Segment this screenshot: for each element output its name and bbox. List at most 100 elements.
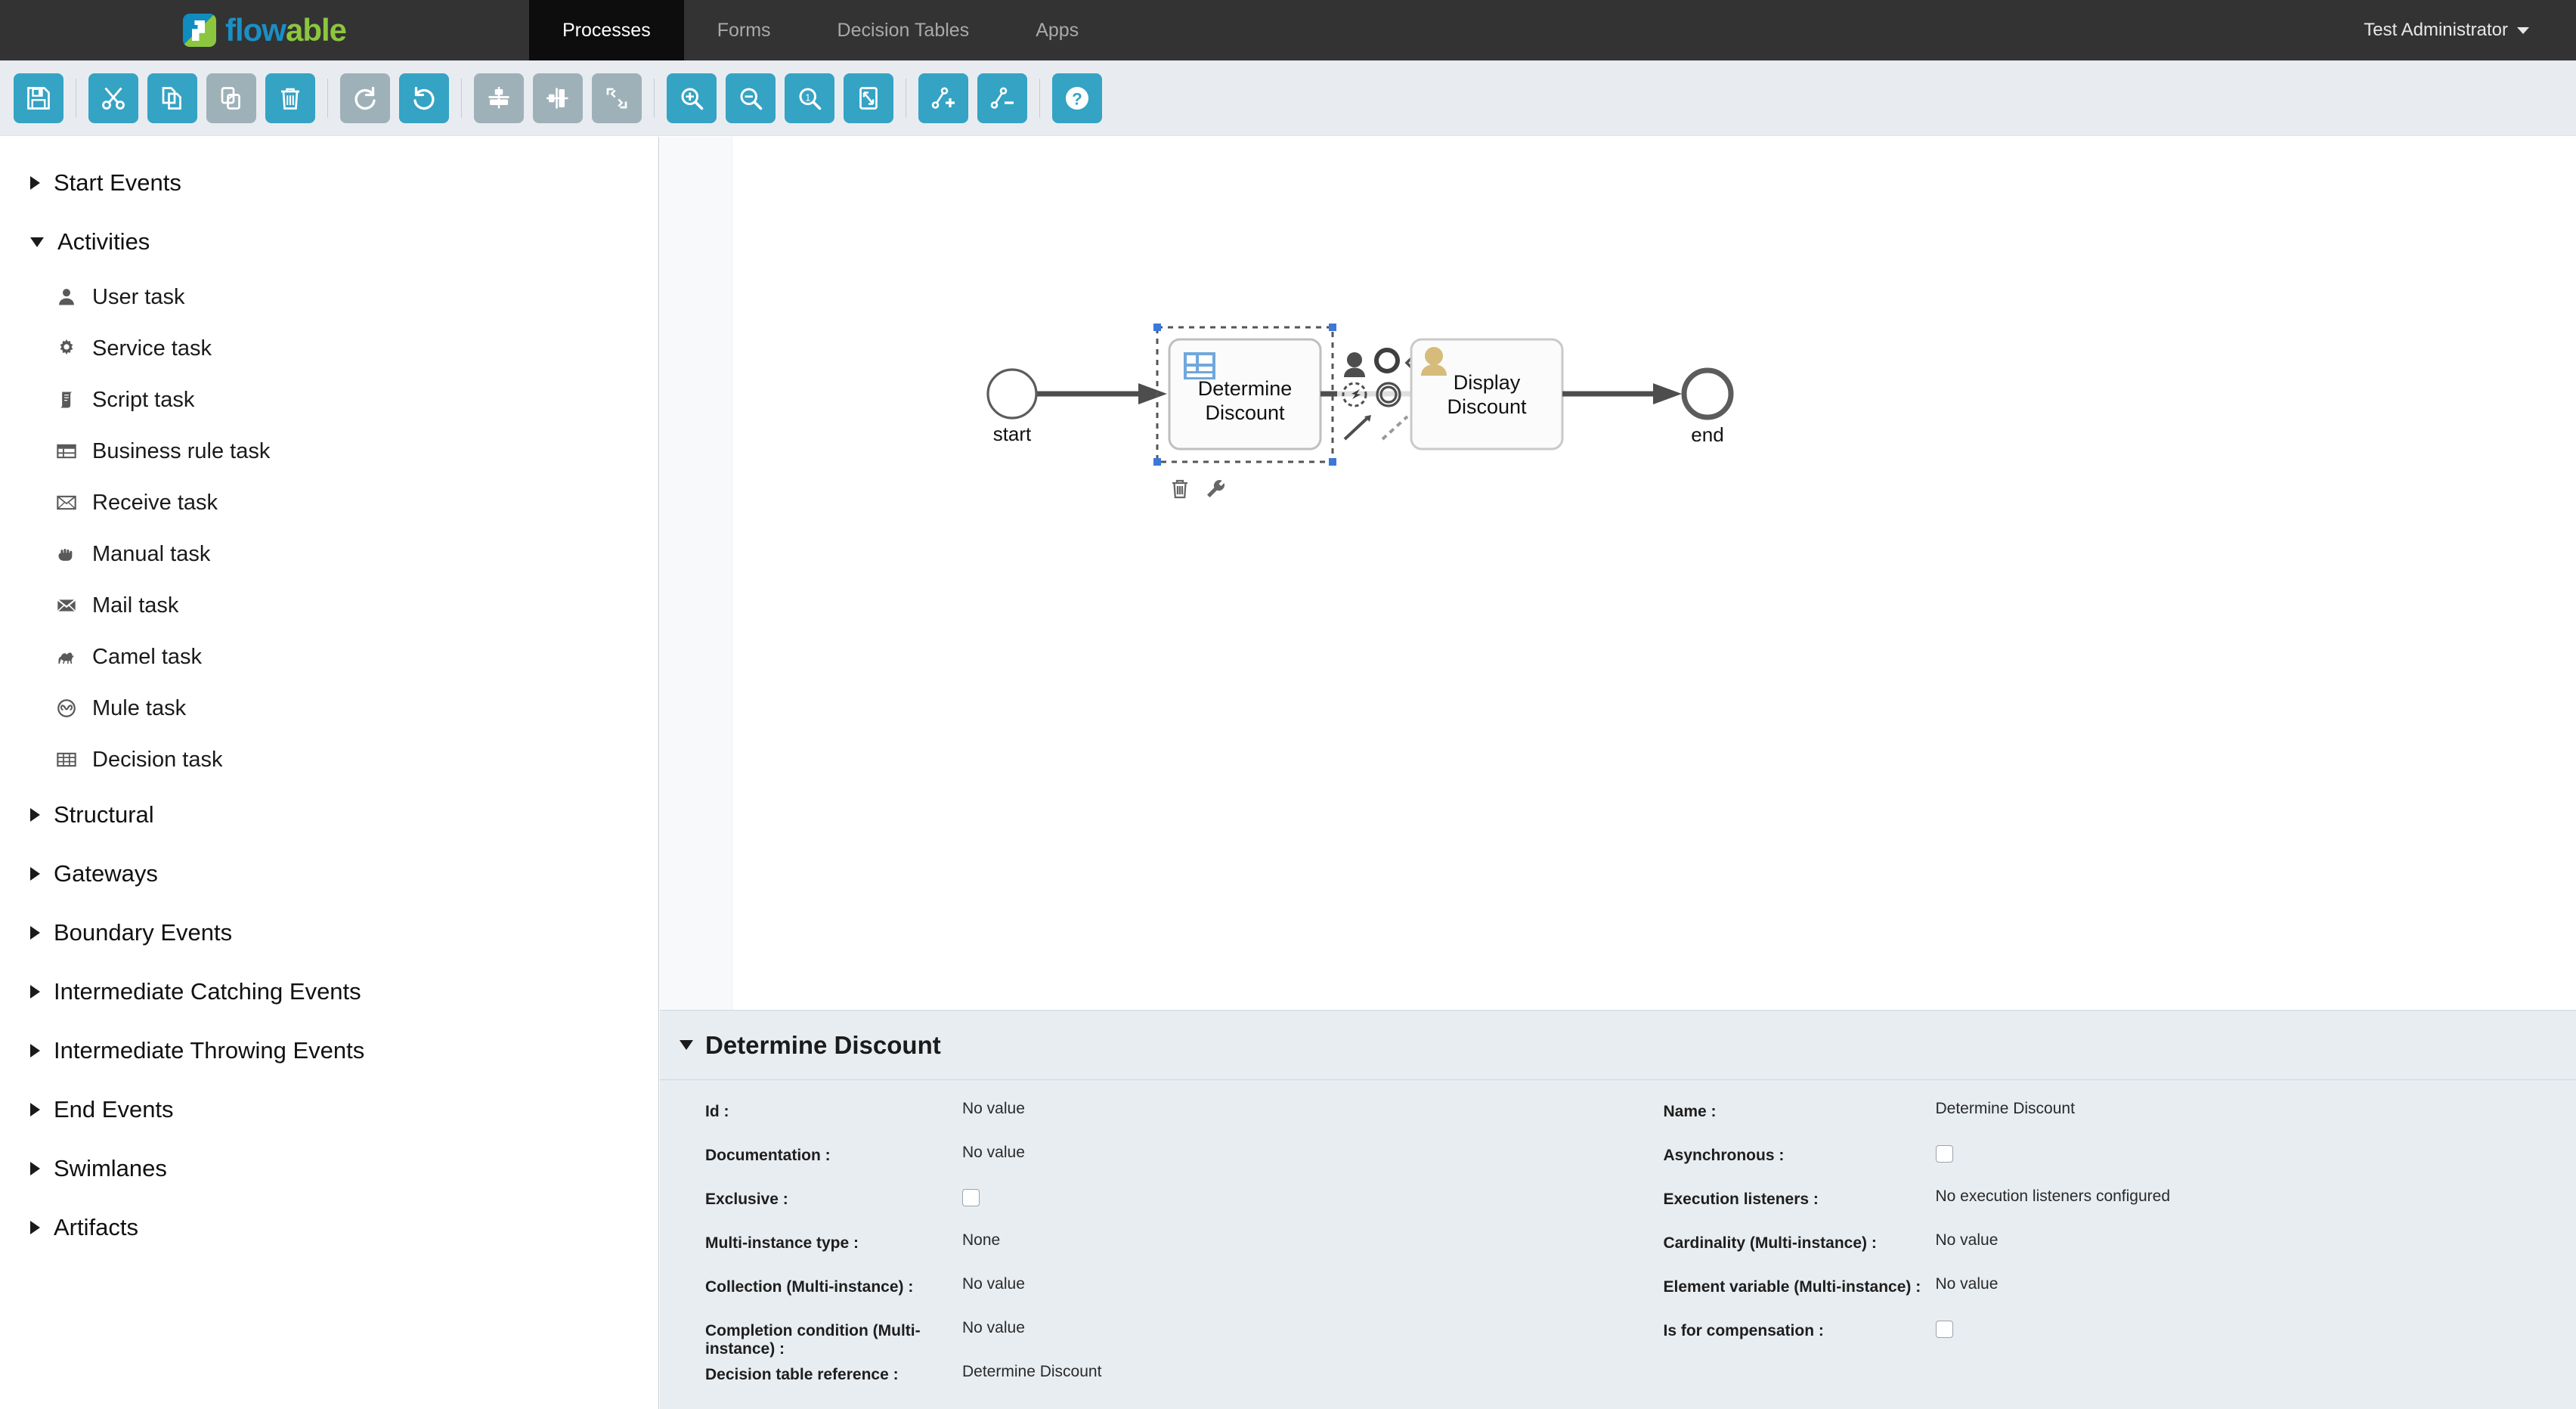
palette-group-intermediate-catching-events[interactable]: Intermediate Catching Events xyxy=(0,962,658,1021)
property-value[interactable]: No value xyxy=(1936,1268,1999,1293)
resize-handle-nw[interactable] xyxy=(1153,324,1161,331)
bpmn-canvas[interactable]: Determine Discount Display Discount star… xyxy=(660,137,2576,1010)
property-value[interactable]: No value xyxy=(962,1136,1025,1162)
same-size-button[interactable] xyxy=(592,73,642,123)
canvas-gutter xyxy=(660,137,732,1010)
palette-item-mule-task[interactable]: Mule task xyxy=(0,683,658,734)
resize-handle-ne[interactable] xyxy=(1329,324,1336,331)
palette-group-structural[interactable]: Structural xyxy=(0,785,658,844)
palette-group-label: Intermediate Throwing Events xyxy=(54,1037,365,1064)
gear-icon xyxy=(54,336,79,361)
sequence-flow-display-to-end[interactable] xyxy=(1562,383,1682,404)
palette-item-label: User task xyxy=(92,284,185,309)
undo-button[interactable] xyxy=(399,73,449,123)
zoom-actual-button[interactable]: 1 xyxy=(785,73,834,123)
align-vertical-icon xyxy=(488,86,509,108)
align-vertical-button[interactable] xyxy=(474,73,524,123)
palette-group-start-events[interactable]: Start Events xyxy=(0,153,658,212)
property-value[interactable]: No value xyxy=(962,1092,1025,1118)
same-size-icon xyxy=(606,88,627,108)
palette-item-service-task[interactable]: Service task xyxy=(0,323,658,374)
property-value[interactable]: Determine Discount xyxy=(1936,1092,2075,1118)
palette-group-intermediate-throwing-events[interactable]: Intermediate Throwing Events xyxy=(0,1021,658,1080)
palette-item-camel-task[interactable]: Camel task xyxy=(0,631,658,683)
morph-element-icon[interactable] xyxy=(1207,480,1225,497)
palette-item-label: Camel task xyxy=(92,644,203,669)
palette-item-decision-task[interactable]: Decision task xyxy=(0,734,658,785)
property-value[interactable]: Determine Discount xyxy=(962,1355,1101,1381)
palette-item-receive-task[interactable]: Receive task xyxy=(0,477,658,528)
add-bendpoint-button[interactable] xyxy=(918,73,968,123)
property-row-multi-instance-type: Multi-instance type : None xyxy=(705,1224,1618,1268)
tab-apps[interactable]: Apps xyxy=(1002,0,1112,60)
delete-button[interactable] xyxy=(265,73,315,123)
redo-button[interactable] xyxy=(340,73,390,123)
start-event-label: start xyxy=(993,423,1032,445)
is-for-compensation-checkbox[interactable] xyxy=(1935,1321,1953,1338)
end-event[interactable] xyxy=(1681,367,1734,420)
zoom-out-button[interactable] xyxy=(726,73,776,123)
start-event[interactable] xyxy=(986,368,1038,420)
redo-icon xyxy=(355,86,376,110)
bpmn-diagram[interactable]: Determine Discount Display Discount star… xyxy=(732,137,2576,1010)
tab-forms[interactable]: Forms xyxy=(684,0,804,60)
end-event-label: end xyxy=(1691,423,1723,446)
paste-button[interactable] xyxy=(206,73,256,123)
align-horizontal-button[interactable] xyxy=(533,73,583,123)
property-value[interactable]: No value xyxy=(1936,1224,1999,1250)
palette-group-artifacts[interactable]: Artifacts xyxy=(0,1198,658,1257)
properties-title: Determine Discount xyxy=(705,1030,941,1059)
property-label: Completion condition (Multi-instance) : xyxy=(705,1322,921,1358)
brand-wordmark: flowable xyxy=(225,14,347,46)
task-display-discount[interactable]: Display Discount xyxy=(1410,338,1564,451)
envelope-outline-icon xyxy=(54,491,79,515)
asynchronous-checkbox[interactable] xyxy=(1935,1145,1953,1163)
remove-bendpoint-button[interactable] xyxy=(977,73,1027,123)
tab-processes[interactable]: Processes xyxy=(529,0,684,70)
palette-group-gateways[interactable]: Gateways xyxy=(0,844,658,903)
sequence-flow-start-to-determine[interactable] xyxy=(1037,383,1167,404)
resize-handle-sw[interactable] xyxy=(1153,458,1161,466)
zoom-in-button[interactable] xyxy=(667,73,717,123)
property-row-id: Id : No value xyxy=(705,1092,1618,1136)
palette-item-user-task[interactable]: User task xyxy=(0,271,658,323)
palette-group-activities[interactable]: Activities xyxy=(0,212,658,271)
zoom-fit-button[interactable] xyxy=(844,73,893,123)
envelope-filled-icon xyxy=(54,593,79,618)
help-button[interactable]: ? xyxy=(1052,73,1102,123)
tab-decision-tables[interactable]: Decision Tables xyxy=(804,0,1003,60)
camel-icon xyxy=(54,645,79,669)
property-value[interactable]: No execution listeners configured xyxy=(1936,1180,2171,1206)
palette-item-label: Service task xyxy=(92,336,212,361)
task-determine-discount[interactable]: Determine Discount xyxy=(1153,324,1336,466)
palette-group-end-events[interactable]: End Events xyxy=(0,1080,658,1139)
property-value[interactable]: No value xyxy=(962,1268,1025,1293)
property-label: Multi-instance type : xyxy=(705,1234,859,1252)
palette-item-script-task[interactable]: Script task xyxy=(0,374,658,426)
chevron-right-icon xyxy=(30,867,40,881)
user-menu[interactable]: Test Administrator xyxy=(2364,0,2576,60)
cut-button[interactable] xyxy=(88,73,138,123)
properties-header[interactable]: Determine Discount xyxy=(660,1011,2576,1080)
palette-item-business-rule-task[interactable]: Business rule task xyxy=(0,426,658,477)
palette-item-manual-task[interactable]: Manual task xyxy=(0,528,658,580)
save-button[interactable] xyxy=(14,73,63,123)
undo-icon xyxy=(413,86,435,110)
palette-group-boundary-events[interactable]: Boundary Events xyxy=(0,903,658,962)
delete-element-icon[interactable] xyxy=(1172,479,1187,499)
stencil-palette: Start Events Activities User task Servic… xyxy=(0,137,659,1409)
canvas-sheet[interactable]: Determine Discount Display Discount star… xyxy=(732,137,2576,1010)
zoom-fit-icon xyxy=(859,86,878,110)
resize-handle-se[interactable] xyxy=(1329,458,1336,466)
palette-group-swimlanes[interactable]: Swimlanes xyxy=(0,1139,658,1198)
element-actions[interactable] xyxy=(1172,479,1225,499)
chevron-right-icon xyxy=(30,926,40,940)
chevron-right-icon xyxy=(30,1221,40,1234)
brand-logo[interactable]: flowable xyxy=(0,0,529,60)
property-value[interactable]: No value xyxy=(962,1311,1025,1337)
property-value[interactable]: None xyxy=(962,1224,1000,1250)
palette-item-mail-task[interactable]: Mail task xyxy=(0,580,658,631)
copy-button[interactable] xyxy=(147,73,197,123)
exclusive-checkbox[interactable] xyxy=(962,1189,980,1206)
property-row-documentation: Documentation : No value xyxy=(705,1136,1618,1180)
